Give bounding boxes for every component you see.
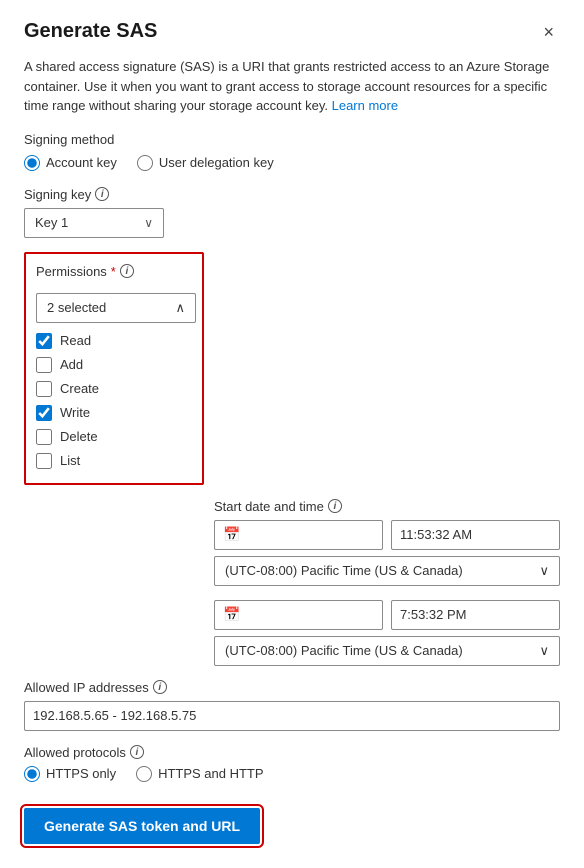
permissions-dropdown[interactable]: 2 selected ∧ <box>36 293 196 323</box>
add-checkbox[interactable] <box>36 357 52 373</box>
account-key-radio[interactable] <box>24 155 40 171</box>
signing-key-select[interactable]: Key 1 ∨ <box>24 208 164 238</box>
start-time-input[interactable]: 11:53:32 AM <box>391 520 560 550</box>
description-text: A shared access signature (SAS) is a URI… <box>24 57 560 116</box>
permissions-checkbox-list: Read Add Create Write Delete <box>36 329 192 473</box>
allowed-ip-label: Allowed IP addresses i <box>24 680 560 695</box>
expiry-date-calendar-icon: 📅 <box>223 606 240 623</box>
expiry-tz-chevron-icon: ∨ <box>539 643 549 659</box>
permissions-required-marker: * <box>111 264 116 279</box>
signing-key-label: Signing key i <box>24 187 560 202</box>
user-delegation-key-option[interactable]: User delegation key <box>137 155 274 171</box>
expiry-date-input[interactable]: 📅 <box>214 600 383 630</box>
allowed-protocols-info-icon: i <box>130 745 144 759</box>
permissions-info-icon: i <box>120 264 134 278</box>
https-only-radio[interactable] <box>24 766 40 782</box>
list-checkbox[interactable] <box>36 453 52 469</box>
delete-checkbox[interactable] <box>36 429 52 445</box>
user-delegation-key-label: User delegation key <box>159 155 274 170</box>
permissions-section: Permissions * i 2 selected ∧ Read Add <box>24 252 204 485</box>
signing-key-chevron-icon: ∨ <box>144 216 153 230</box>
dialog-title: Generate SAS <box>24 20 157 43</box>
signing-method-radio-group: Account key User delegation key <box>24 155 560 171</box>
permission-list[interactable]: List <box>36 453 192 469</box>
start-date-calendar-icon: 📅 <box>223 526 240 543</box>
middle-section: Permissions * i 2 selected ∧ Read Add <box>24 252 560 666</box>
https-http-option[interactable]: HTTPS and HTTP <box>136 766 263 782</box>
protocols-radio-group: HTTPS only HTTPS and HTTP <box>24 766 560 782</box>
https-only-option[interactable]: HTTPS only <box>24 766 116 782</box>
user-delegation-key-radio[interactable] <box>137 155 153 171</box>
signing-method-label: Signing method <box>24 132 560 147</box>
permission-add[interactable]: Add <box>36 357 192 373</box>
permissions-chevron-up-icon: ∧ <box>175 300 185 316</box>
account-key-label: Account key <box>46 155 117 170</box>
permissions-header: Permissions * i <box>36 264 192 285</box>
read-checkbox[interactable] <box>36 333 52 349</box>
signing-key-info-icon: i <box>95 187 109 201</box>
signing-method-group: Signing method Account key User delegati… <box>24 132 560 171</box>
start-tz-chevron-icon: ∨ <box>539 563 549 579</box>
create-checkbox[interactable] <box>36 381 52 397</box>
permission-delete[interactable]: Delete <box>36 429 192 445</box>
allowed-protocols-label: Allowed protocols i <box>24 745 560 760</box>
learn-more-link[interactable]: Learn more <box>332 98 398 113</box>
start-date-label: Start date and time i <box>214 499 560 514</box>
generate-sas-dialog: Generate SAS × A shared access signature… <box>0 0 584 868</box>
close-button[interactable]: × <box>537 21 560 43</box>
dialog-header: Generate SAS × <box>24 20 560 43</box>
write-checkbox[interactable] <box>36 405 52 421</box>
start-date-input[interactable]: 📅 <box>214 520 383 550</box>
generate-sas-button[interactable]: Generate SAS token and URL <box>24 808 260 844</box>
allowed-ip-info-icon: i <box>153 680 167 694</box>
date-time-area: Start date and time i 📅 11:53:32 AM (UTC… <box>24 499 560 666</box>
expiry-date-group: 📅 7:53:32 PM (UTC-08:00) Pacific Time (U… <box>214 600 560 666</box>
expiry-timezone-select[interactable]: (UTC-08:00) Pacific Time (US & Canada) ∨ <box>214 636 560 666</box>
allowed-ip-group: Allowed IP addresses i <box>24 680 560 731</box>
signing-key-group: Signing key i Key 1 ∨ <box>24 187 560 238</box>
https-http-radio[interactable] <box>136 766 152 782</box>
start-date-info-icon: i <box>328 499 342 513</box>
start-date-group: Start date and time i 📅 11:53:32 AM (UTC… <box>214 499 560 586</box>
expiry-time-input[interactable]: 7:53:32 PM <box>391 600 560 630</box>
start-timezone-select[interactable]: (UTC-08:00) Pacific Time (US & Canada) ∨ <box>214 556 560 586</box>
permission-create[interactable]: Create <box>36 381 192 397</box>
allowed-protocols-group: Allowed protocols i HTTPS only HTTPS and… <box>24 745 560 782</box>
account-key-option[interactable]: Account key <box>24 155 117 171</box>
permission-write[interactable]: Write <box>36 405 192 421</box>
allowed-ip-input[interactable] <box>24 701 560 731</box>
permission-read[interactable]: Read <box>36 333 192 349</box>
